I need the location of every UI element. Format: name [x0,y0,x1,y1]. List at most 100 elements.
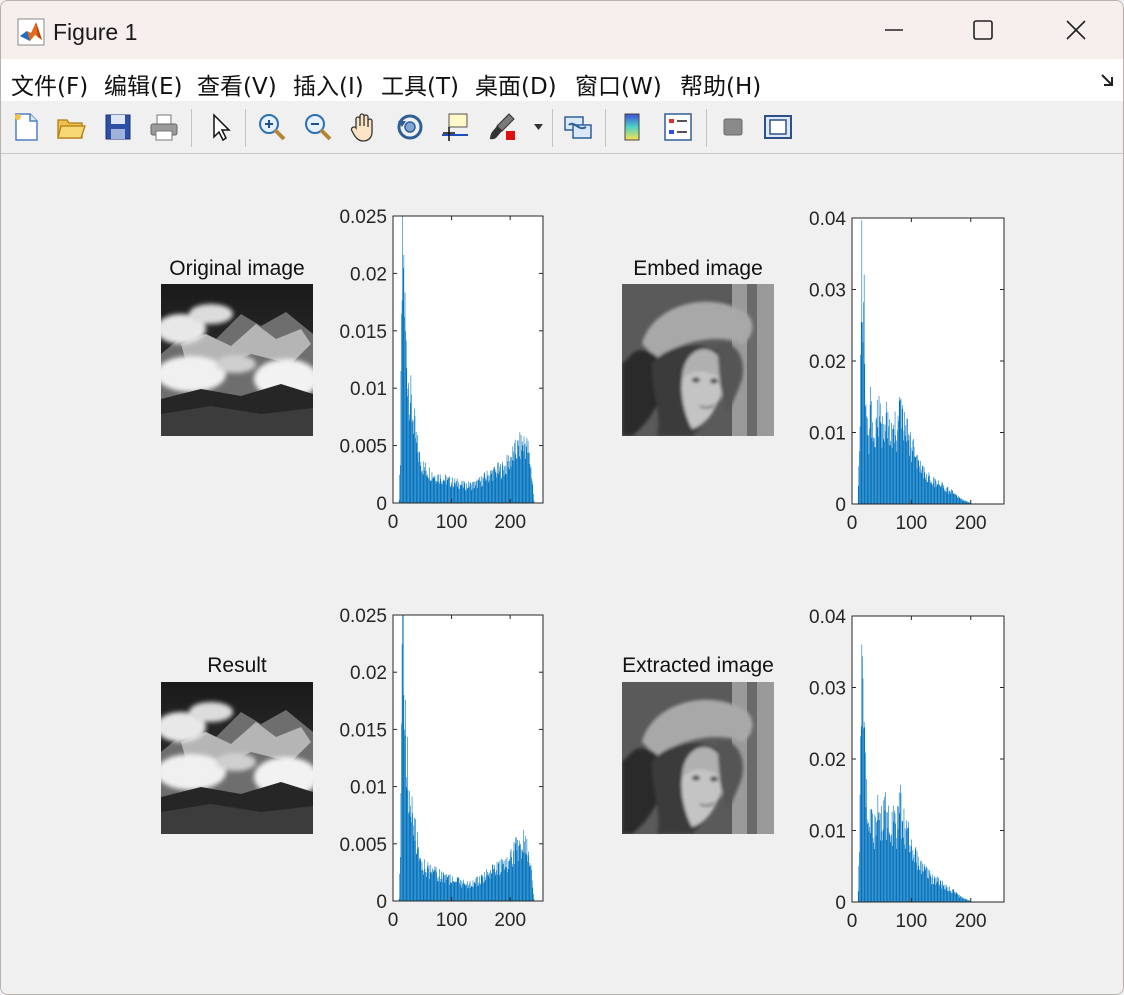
histogram-bar [516,837,517,901]
link-plot-button[interactable] [560,108,596,146]
histogram-bar [409,414,411,503]
new-figure-button[interactable] [8,108,44,146]
hide-plot-tools-button[interactable] [715,108,751,146]
histogram-bar [947,887,949,902]
menu-window[interactable]: 窗口(W) [575,67,662,101]
histogram-bar [879,416,880,504]
histogram-bar [413,825,415,901]
histogram-bar [913,854,915,902]
histogram-bar [442,480,444,503]
histogram-bar [431,472,433,503]
histogram-bar [932,884,934,902]
histogram-result[interactable]: 0 100 200 0 0.005 0.01 0.015 0.02 0.025 [339,606,544,931]
histogram-embed[interactable]: 0 100 200 0 0.01 0.02 0.03 0.04 [809,209,1005,534]
legend-button[interactable] [660,108,696,146]
histogram-bar [424,470,426,503]
histogram-bar [457,876,459,901]
histogram-bar [477,876,478,901]
minimize-button[interactable] [847,1,941,59]
histogram-bar [478,478,480,503]
histogram-bar [502,864,504,901]
histogram-original[interactable]: 0 100 200 0 0.005 0.01 0.015 0.02 0.025 [339,207,544,533]
histogram-bar [960,896,962,902]
histogram-bar [476,481,477,503]
histogram-bar [521,849,523,901]
brush-icon [490,113,515,140]
histogram-bar [921,473,923,504]
histogram-bar [503,475,505,503]
show-plot-tools-button[interactable] [760,108,796,146]
menu-insert[interactable]: 插入(I) [293,67,364,101]
histogram-bar [472,880,474,901]
histogram-bar [890,440,891,504]
histogram-bar [859,426,861,504]
histogram-bar [473,887,474,901]
histogram-bar [938,480,939,504]
histogram-bar [402,615,403,901]
menu-file[interactable]: 文件(F) [11,67,88,101]
histogram-bar [502,465,504,503]
menu-desktop[interactable]: 桌面(D) [475,67,557,101]
histogram-bar [425,872,426,901]
histogram-bar [446,484,447,503]
histogram-bar [418,860,420,901]
x-tick-label: 200 [494,910,526,931]
histogram-bar [448,874,450,901]
zoom-out-button[interactable] [300,108,336,146]
histogram-bar [869,404,871,504]
histogram-bar [956,495,958,504]
histogram-bar [925,477,926,504]
histogram-bar [911,450,913,504]
histogram-bar [435,483,437,503]
histogram-bar [428,479,430,503]
histogram-bar [939,885,940,902]
dock-arrow-icon[interactable] [1099,71,1117,89]
histogram-bar [957,893,958,902]
menu-tools[interactable]: 工具(T) [381,67,459,101]
rotate-3d-button[interactable] [392,108,428,146]
data-cursor-button[interactable] [437,108,473,146]
histogram-bar [431,871,432,901]
open-file-button[interactable] [53,108,89,146]
histogram-bar [505,465,507,503]
zoom-in-button[interactable] [254,108,290,146]
histogram-bar [521,441,523,503]
histogram-bar [868,831,870,902]
print-button[interactable] [146,108,182,146]
maximize-button[interactable] [936,1,1030,59]
histogram-bar [448,875,449,901]
save-button[interactable] [100,108,136,146]
colorbar-button[interactable] [614,108,650,146]
histogram-bar [459,885,461,901]
histogram-bar [480,481,481,503]
brush-button[interactable] [485,108,521,146]
histogram-bar [892,429,893,504]
link-plot-icon [564,116,592,139]
y-tick-label: 0.015 [339,720,387,741]
histogram-bar [494,865,495,901]
histogram-bar [462,882,464,901]
close-button[interactable] [1029,1,1123,59]
menu-edit[interactable]: 编辑(E) [104,67,182,101]
figure-toolbar [1,101,1123,154]
title-bar[interactable]: Figure 1 [1,1,1123,59]
histogram-bar [497,462,498,503]
histogram-bar [456,882,457,901]
menu-help[interactable]: 帮助(H) [680,67,761,101]
rotate-3d-icon [397,114,423,140]
edit-plot-button[interactable] [202,108,238,146]
menu-view[interactable]: 查看(V) [197,67,277,101]
histogram-extracted[interactable]: 0 100 200 0 0.01 0.02 0.03 0.04 [809,607,1005,932]
histogram-bar [954,493,956,504]
histogram-bar [442,484,443,503]
histogram-bar [482,875,483,901]
histogram-bar [894,411,896,504]
histogram-bar [474,881,476,901]
histogram-bar [466,483,467,503]
pan-button[interactable] [346,108,382,146]
histogram-bar [503,469,504,503]
histogram-bar [407,790,409,901]
histogram-bar [907,828,908,902]
brush-dropdown-icon[interactable] [533,122,545,132]
histogram-bar [927,877,929,902]
